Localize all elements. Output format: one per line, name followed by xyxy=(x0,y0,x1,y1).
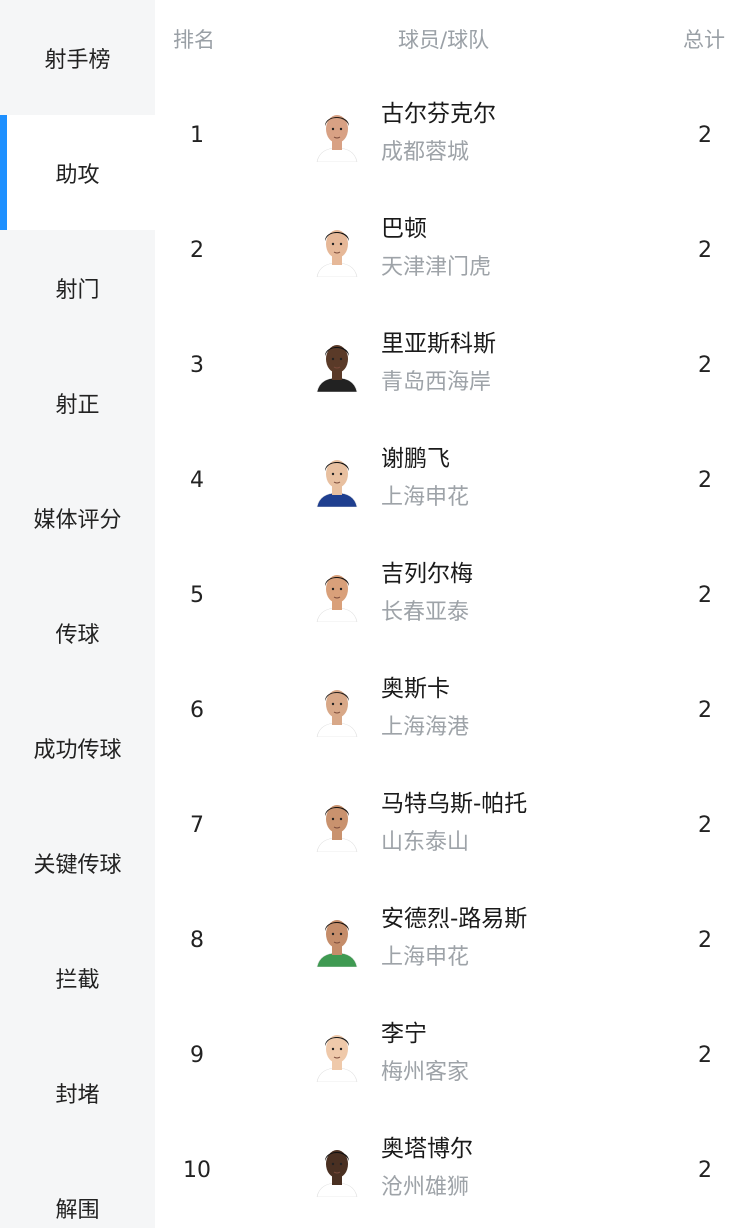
team-name: 长春亚泰 xyxy=(381,600,470,625)
player-name[interactable]: 谢鹏飞 xyxy=(381,439,450,473)
sidebar-item-interceptions[interactable]: 拦截 xyxy=(0,920,155,1035)
header-total: 总计 xyxy=(683,28,725,52)
category-sidebar: 射手榜 助攻 射门 射正 媒体评分 传球 成功传球 关键传球 拦截 封堵 解围 xyxy=(0,0,155,1228)
player-avatar xyxy=(315,223,359,277)
sidebar-item-successful-passes[interactable]: 成功传球 xyxy=(0,690,155,805)
rank-number: 10 xyxy=(183,1158,211,1183)
player-name[interactable]: 奥塔博尔 xyxy=(381,1129,473,1163)
player-name[interactable]: 古尔芬克尔 xyxy=(381,94,496,128)
rank-number: 5 xyxy=(190,583,204,608)
team-name: 上海申花 xyxy=(381,485,470,510)
sidebar-item-shots-on-target[interactable]: 射正 xyxy=(0,345,155,460)
player-name[interactable]: 马特乌斯-帕托 xyxy=(381,784,527,818)
rank-number: 8 xyxy=(190,928,204,953)
ranking-table: 排名 球员/球队 总计 1 古尔芬克尔成都蓉城 2 2 巴顿天津津门虎 2 3 里亚斯科斯青岛… xyxy=(155,0,750,1228)
assist-total: 2 xyxy=(698,1158,712,1183)
assist-total: 2 xyxy=(698,123,712,148)
player-avatar xyxy=(315,798,359,852)
table-row[interactable]: 1 古尔芬克尔成都蓉城 2 xyxy=(155,78,750,193)
rank-number: 3 xyxy=(190,353,204,378)
table-row[interactable]: 2 巴顿天津津门虎 2 xyxy=(155,193,750,308)
table-row[interactable]: 3 里亚斯科斯青岛西海岸 2 xyxy=(155,308,750,423)
assist-total: 2 xyxy=(698,583,712,608)
player-avatar xyxy=(315,338,359,392)
rank-number: 1 xyxy=(190,123,204,148)
player-avatar xyxy=(315,1028,359,1082)
sidebar-item-passes[interactable]: 传球 xyxy=(0,575,155,690)
rank-number: 4 xyxy=(190,468,204,493)
rank-number: 7 xyxy=(190,813,204,838)
player-avatar xyxy=(315,108,359,162)
player-name[interactable]: 奥斯卡 xyxy=(381,669,450,703)
player-name[interactable]: 李宁 xyxy=(381,1014,427,1048)
player-avatar xyxy=(315,1143,359,1197)
team-name: 沧州雄狮 xyxy=(381,1175,470,1200)
stats-page: 射手榜 助攻 射门 射正 媒体评分 传球 成功传球 关键传球 拦截 封堵 解围 … xyxy=(0,0,750,1228)
assist-total: 2 xyxy=(698,813,712,838)
team-name: 梅州客家 xyxy=(381,1060,470,1085)
assist-total: 2 xyxy=(698,1043,712,1068)
team-name: 成都蓉城 xyxy=(381,140,470,165)
header-rank: 排名 xyxy=(173,28,215,52)
player-name[interactable]: 吉列尔梅 xyxy=(381,554,473,588)
table-row[interactable]: 6 奥斯卡上海海港 2 xyxy=(155,653,750,768)
assist-total: 2 xyxy=(698,468,712,493)
table-row[interactable]: 9 李宁梅州客家 2 xyxy=(155,998,750,1113)
table-row[interactable]: 8 安德烈-路易斯上海申花 2 xyxy=(155,883,750,998)
player-name[interactable]: 巴顿 xyxy=(381,209,427,243)
table-header: 排名 球员/球队 总计 xyxy=(155,0,750,78)
sidebar-item-key-passes[interactable]: 关键传球 xyxy=(0,805,155,920)
rank-number: 6 xyxy=(190,698,204,723)
assist-total: 2 xyxy=(698,698,712,723)
sidebar-item-clearances[interactable]: 解围 xyxy=(0,1150,155,1228)
sidebar-item-shots[interactable]: 射门 xyxy=(0,230,155,345)
player-avatar xyxy=(315,453,359,507)
sidebar-item-media-rating[interactable]: 媒体评分 xyxy=(0,460,155,575)
assist-total: 2 xyxy=(698,928,712,953)
player-avatar xyxy=(315,568,359,622)
sidebar-item-assists[interactable]: 助攻 xyxy=(0,115,155,230)
team-name: 山东泰山 xyxy=(381,830,470,855)
rank-number: 2 xyxy=(190,238,204,263)
player-avatar xyxy=(315,913,359,967)
team-name: 青岛西海岸 xyxy=(381,370,492,395)
assist-total: 2 xyxy=(698,238,712,263)
team-name: 天津津门虎 xyxy=(381,255,492,280)
table-row[interactable]: 5 吉列尔梅长春亚泰 2 xyxy=(155,538,750,653)
assist-total: 2 xyxy=(698,353,712,378)
table-row[interactable]: 7 马特乌斯-帕托山东泰山 2 xyxy=(155,768,750,883)
table-row[interactable]: 4 谢鹏飞上海申花 2 xyxy=(155,423,750,538)
player-name[interactable]: 安德烈-路易斯 xyxy=(381,899,527,933)
rank-number: 9 xyxy=(190,1043,204,1068)
player-avatar xyxy=(315,683,359,737)
header-player-team: 球员/球队 xyxy=(398,28,490,52)
sidebar-item-goals[interactable]: 射手榜 xyxy=(0,0,155,115)
sidebar-item-blocks[interactable]: 封堵 xyxy=(0,1035,155,1150)
team-name: 上海申花 xyxy=(381,945,470,970)
team-name: 上海海港 xyxy=(381,715,470,740)
player-name[interactable]: 里亚斯科斯 xyxy=(381,324,496,358)
table-row[interactable]: 10 奥塔博尔沧州雄狮 2 xyxy=(155,1113,750,1228)
